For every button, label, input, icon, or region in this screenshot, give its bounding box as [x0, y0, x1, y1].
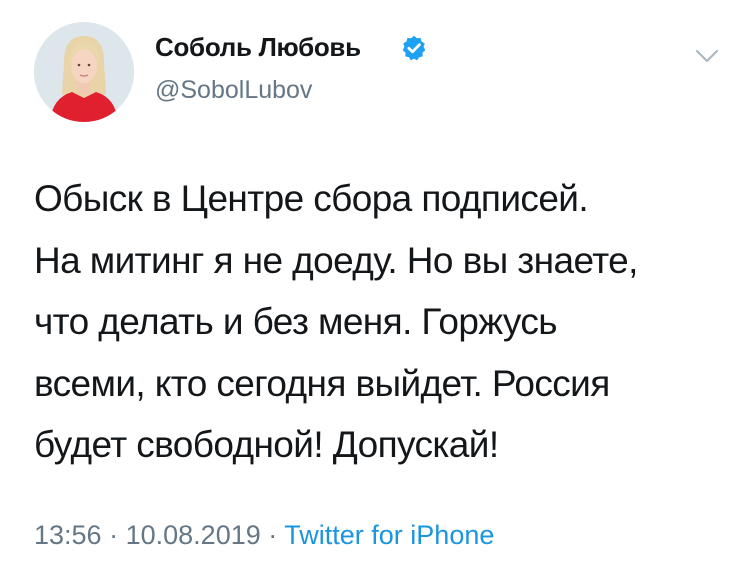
tweet-time[interactable]: 13:56 [34, 520, 102, 550]
author-name[interactable]: Соболь Любовь [155, 32, 361, 63]
verified-badge-icon [402, 35, 426, 61]
meta-separator: · [109, 520, 119, 550]
tweet-text: Обыск в Центре сбора подписей. На митинг… [34, 178, 638, 465]
tweet-meta: 13:56 · 10.08.2019 · Twitter for iPhone [34, 520, 494, 551]
meta-separator: · [268, 520, 278, 550]
author-handle[interactable]: @SobolLubov [155, 76, 312, 105]
tweet-card: Соболь Любовь @SobolLubov Обыск в Центре… [0, 0, 750, 575]
chevron-down-icon[interactable] [694, 46, 720, 66]
author-avatar[interactable] [34, 22, 134, 122]
tweet-date[interactable]: 10.08.2019 [126, 520, 261, 550]
avatar-photo [34, 22, 134, 122]
tweet-source-link[interactable]: Twitter for iPhone [284, 520, 494, 550]
